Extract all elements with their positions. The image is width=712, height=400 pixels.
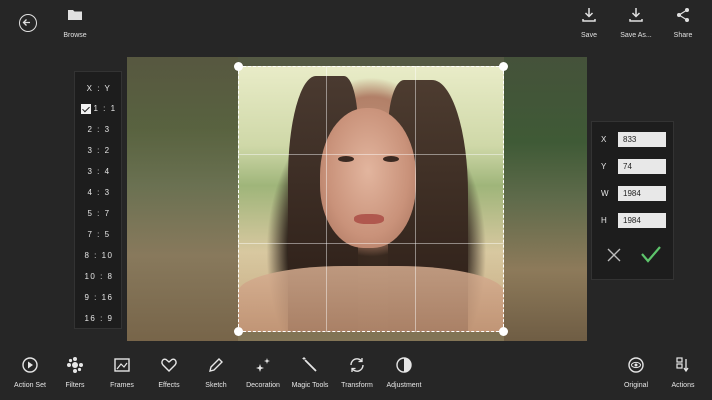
crop-handle-bottom-right[interactable] <box>499 327 508 336</box>
filters-icon <box>67 357 83 373</box>
adjustment-label: Adjustment <box>386 382 422 389</box>
crop-coordinates-panel: X 833 Y 74 W 1984 H 1984 <box>591 121 674 280</box>
download-icon <box>629 8 643 22</box>
heart-icon <box>161 358 177 372</box>
ratio-option-3-2[interactable]: 3 : 2 <box>75 146 123 155</box>
actions-label: Actions <box>671 382 695 389</box>
actions-button[interactable]: Actions <box>653 356 712 389</box>
close-icon[interactable] <box>606 247 622 263</box>
ratio-option-10-8[interactable]: 10 : 8 <box>75 272 123 281</box>
ratio-option-3-4[interactable]: 3 : 4 <box>75 167 123 176</box>
ratio-option-16-9[interactable]: 16 : 9 <box>75 314 123 323</box>
save-as-label: Save As... <box>620 32 652 39</box>
crop-selection[interactable] <box>238 66 504 332</box>
decoration-label: Decoration <box>246 382 280 389</box>
ratio-option-2-3[interactable]: 2 : 3 <box>75 125 123 134</box>
transform-label: Transform <box>341 382 373 389</box>
back-arrow-icon <box>22 19 30 26</box>
contrast-icon <box>396 357 412 373</box>
action-set-label: Action Set <box>14 382 46 389</box>
frames-label: Frames <box>110 382 134 389</box>
w-label: W <box>601 189 609 198</box>
download-icon <box>582 8 596 22</box>
ratio-option-1-1[interactable]: 1 : 1 <box>75 104 123 114</box>
y-field[interactable]: 74 <box>618 159 666 174</box>
ratio-header: X : Y <box>86 84 112 93</box>
back-button[interactable] <box>19 14 37 32</box>
photo-outside-left <box>127 57 238 341</box>
ratio-option-9-16[interactable]: 9 : 16 <box>75 293 123 302</box>
checkmark-icon <box>81 104 91 114</box>
sparkle-icon <box>256 358 270 372</box>
crop-border <box>238 66 504 332</box>
height-field[interactable]: 1984 <box>618 213 666 228</box>
save-as-button[interactable]: Save As... <box>614 6 658 39</box>
checkmark-confirm-icon[interactable] <box>640 244 662 264</box>
crop-handle-top-left[interactable] <box>234 62 243 71</box>
eye-icon <box>628 357 644 373</box>
x-label: X <box>601 135 607 144</box>
sketch-label: Sketch <box>205 382 227 389</box>
frame-icon <box>114 358 130 372</box>
photo-outside-right <box>504 57 587 341</box>
pencil-icon <box>209 358 223 372</box>
rotate-icon <box>350 358 364 372</box>
adjustment-button[interactable]: Adjustment <box>374 356 434 389</box>
width-field[interactable]: 1984 <box>618 186 666 201</box>
play-circle-icon <box>22 357 38 373</box>
crop-handle-bottom-left[interactable] <box>234 327 243 336</box>
original-label: Original <box>623 382 649 389</box>
browse-label: Browse <box>63 32 87 39</box>
save-button[interactable]: Save <box>567 6 611 39</box>
ratio-option-4-3[interactable]: 4 : 3 <box>75 188 123 197</box>
actions-icon <box>676 357 689 373</box>
aspect-ratio-panel: X : Y 1 : 1 2 : 3 3 : 2 3 : 4 4 : 3 5 : … <box>74 71 122 329</box>
save-label: Save <box>581 32 597 39</box>
ratio-option-7-5[interactable]: 7 : 5 <box>75 230 123 239</box>
x-field[interactable]: 833 <box>618 132 666 147</box>
browse-button[interactable]: Browse <box>53 6 97 39</box>
ratio-option-5-7[interactable]: 5 : 7 <box>75 209 123 218</box>
y-label: Y <box>601 162 607 171</box>
share-button[interactable]: Share <box>661 6 705 39</box>
effects-label: Effects <box>158 382 180 389</box>
magic-wand-icon <box>302 357 317 372</box>
magic-tools-label: Magic Tools <box>291 382 329 389</box>
crop-handle-top-right[interactable] <box>499 62 508 71</box>
folder-icon <box>68 10 82 20</box>
photo-canvas[interactable] <box>127 57 587 341</box>
filters-label: Filters <box>65 382 85 389</box>
share-label: Share <box>673 32 693 39</box>
h-label: H <box>601 216 607 225</box>
ratio-option-8-10[interactable]: 8 : 10 <box>75 251 123 260</box>
share-icon <box>677 8 689 22</box>
